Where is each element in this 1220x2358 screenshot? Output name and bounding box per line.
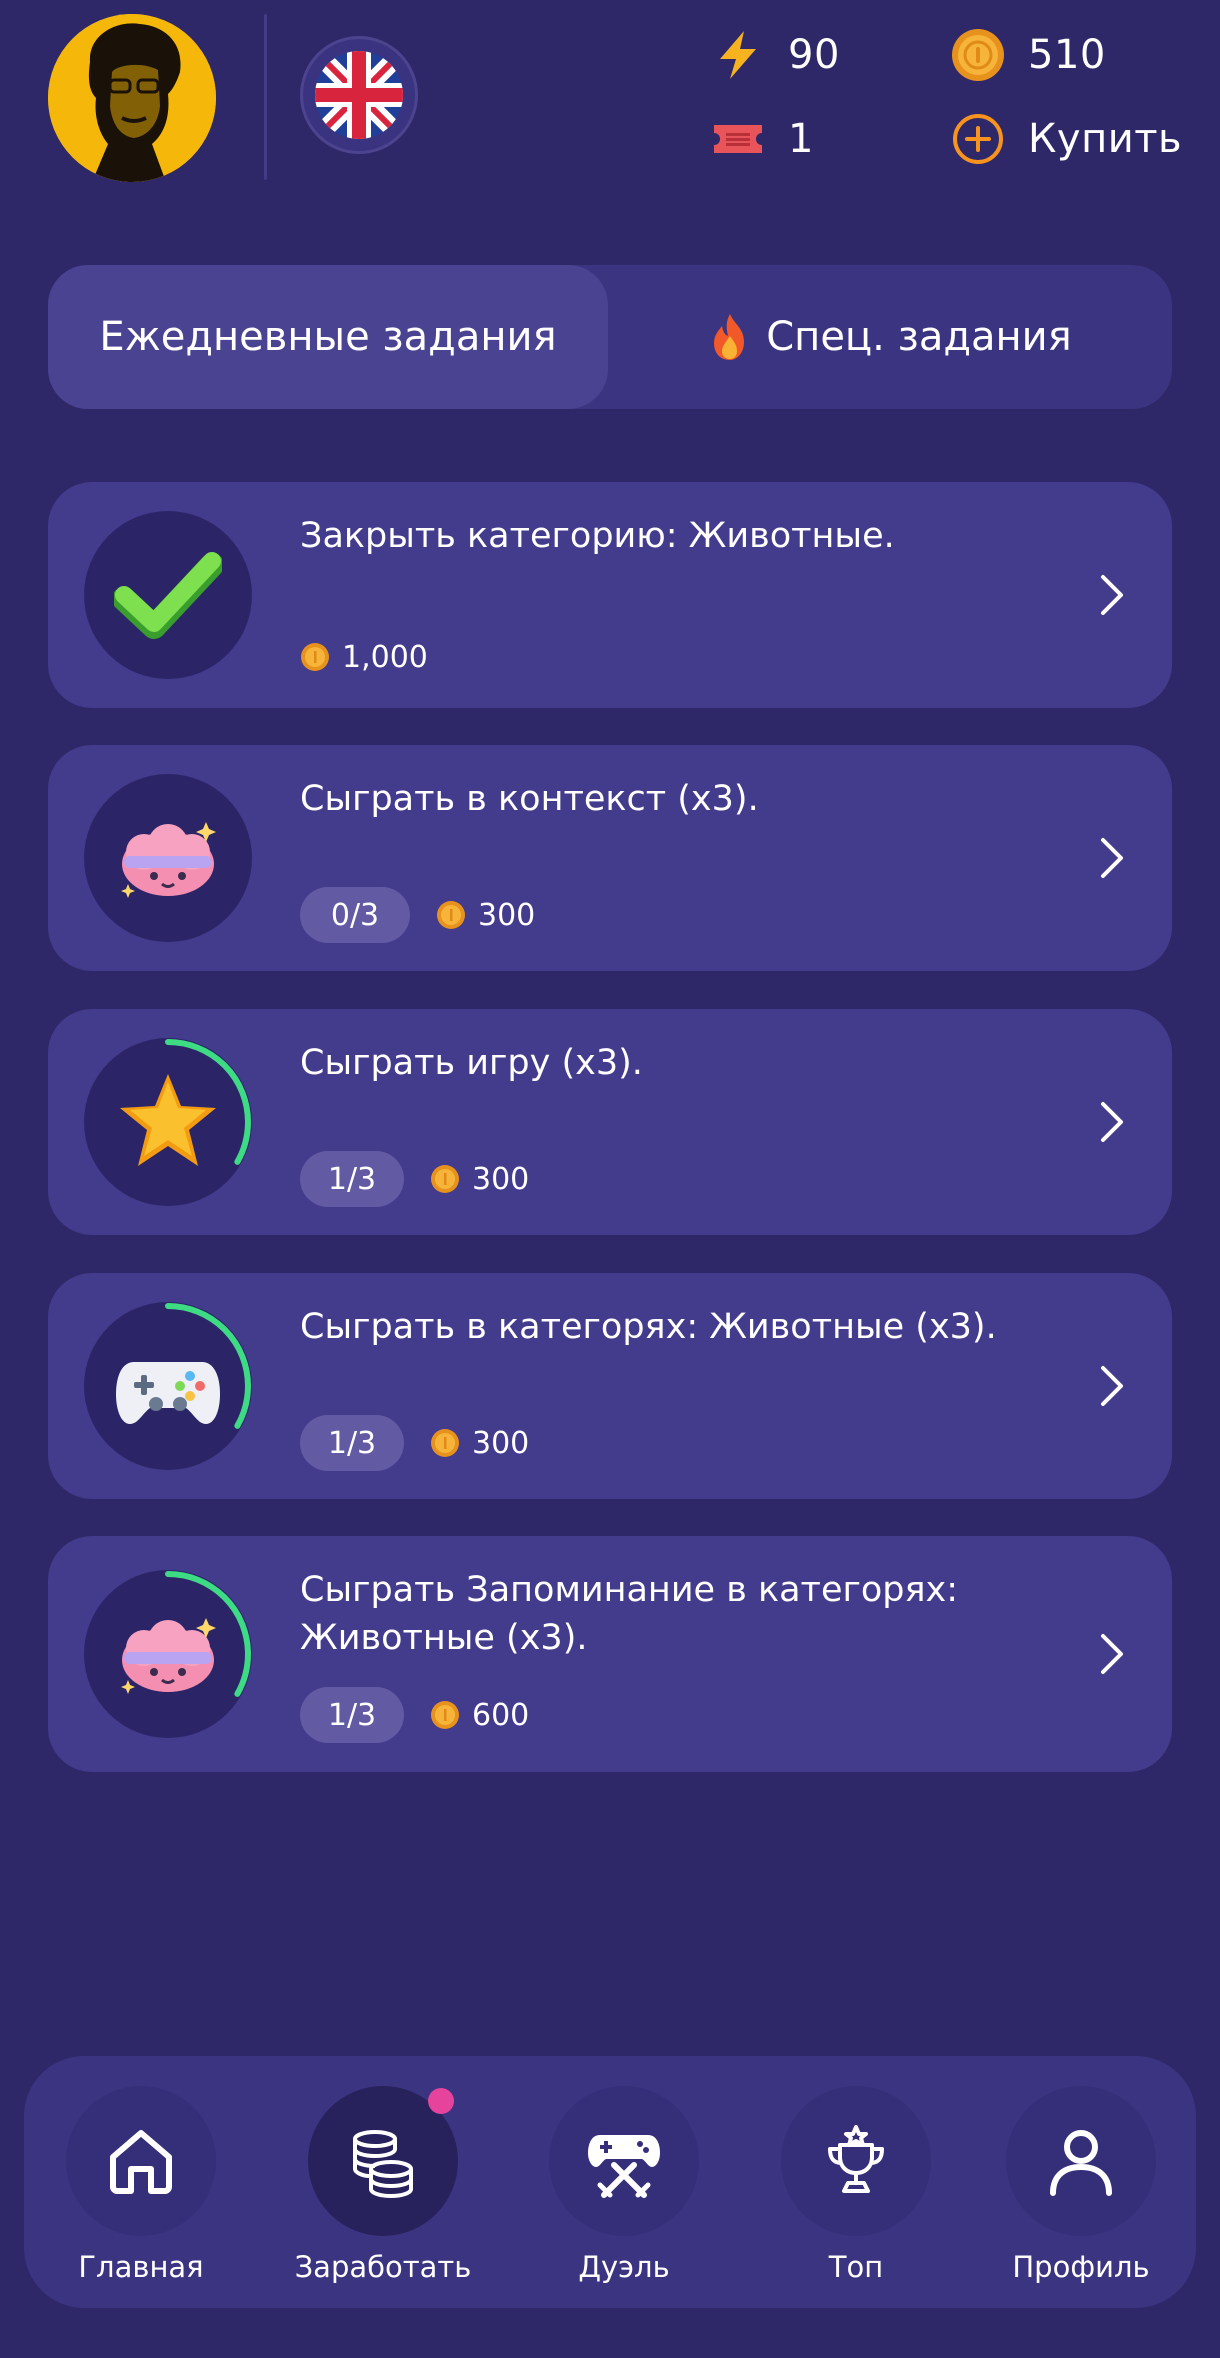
- nav-label: Профиль: [1012, 2250, 1150, 2284]
- task-card[interactable]: Сыграть Запоминание в категорях: Животны…: [48, 1536, 1172, 1772]
- bottom-navigation: Главная Заработать Дуэль Топ Профиль: [24, 2056, 1196, 2308]
- uk-flag-icon: [315, 51, 403, 139]
- nav-home-circle: [66, 2086, 216, 2236]
- coin-icon: [950, 27, 1006, 83]
- user-avatar[interactable]: [48, 14, 216, 182]
- notification-badge: [428, 2088, 454, 2114]
- task-meta: 1/3 600: [300, 1687, 529, 1743]
- checkmark-icon: [114, 552, 222, 639]
- home-icon: [110, 2130, 172, 2194]
- buy-button[interactable]: Купить: [950, 111, 1182, 167]
- profile-icon: [1050, 2130, 1112, 2196]
- nav-item-duel[interactable]: Дуэль: [534, 2086, 714, 2296]
- task-icon-badge: [84, 1570, 252, 1738]
- coin-icon: [437, 901, 465, 929]
- chevron-right-icon: [1092, 834, 1132, 882]
- tab-daily-label: Ежедневные задания: [99, 314, 557, 360]
- task-reward: 300: [430, 1426, 529, 1461]
- task-card[interactable]: Сыграть в контекст (x3). 0/3 300: [48, 745, 1172, 971]
- task-title: Сыграть в контекст (x3).: [300, 779, 759, 819]
- task-card[interactable]: Сыграть в категорях: Животные (x3). 1/3 …: [48, 1273, 1172, 1499]
- task-meta: 1/3 300: [300, 1415, 529, 1471]
- task-icon-badge: [84, 774, 252, 942]
- duel-gamepad-icon: [588, 2135, 660, 2198]
- task-meta: 1/3 300: [300, 1151, 529, 1207]
- task-progress-pill: 0/3: [300, 887, 410, 943]
- task-progress-pill: 1/3: [300, 1415, 404, 1471]
- task-reward: 300: [436, 898, 535, 933]
- chevron-right-icon: [1092, 1362, 1132, 1410]
- nav-profile-circle: [1006, 2086, 1156, 2236]
- coin-icon: [301, 643, 329, 671]
- ticket-icon: [710, 111, 766, 167]
- task-card[interactable]: Сыграть игру (x3). 1/3 300: [48, 1009, 1172, 1235]
- nav-item-earn[interactable]: Заработать: [293, 2086, 473, 2296]
- task-meta: 1,000: [300, 637, 428, 677]
- nav-earn-circle: [308, 2086, 458, 2236]
- chevron-right-icon: [1092, 1630, 1132, 1678]
- buy-label: Купить: [1028, 116, 1183, 162]
- nav-label: Дуэль: [578, 2250, 670, 2284]
- star-icon: [120, 1074, 216, 1166]
- tab-special-tasks[interactable]: Спец. задания: [608, 265, 1172, 409]
- nav-top-circle: [781, 2086, 931, 2236]
- task-title: Сыграть Запоминание в категорях: Животны…: [300, 1570, 959, 1658]
- task-reward: 1,000: [300, 640, 428, 675]
- brain-icon: [121, 822, 216, 898]
- nav-label: Главная: [78, 2250, 204, 2284]
- ticket-value: 1: [788, 116, 814, 162]
- coins-stack-icon: [353, 2130, 413, 2199]
- task-progress-pill: 1/3: [300, 1151, 404, 1207]
- task-reward-value: 600: [472, 1697, 530, 1733]
- task-reward-value: 1,000: [342, 639, 428, 675]
- task-progress-pill: 1/3: [300, 1687, 404, 1743]
- coin-icon: [431, 1429, 459, 1457]
- nav-label: Заработать: [294, 2250, 472, 2284]
- task-title: Закрыть категорию: Животные.: [300, 516, 895, 556]
- chevron-right-icon: [1092, 571, 1132, 619]
- task-card[interactable]: Закрыть категорию: Животные. 1,000: [48, 482, 1172, 708]
- task-reward-value: 300: [478, 897, 536, 933]
- coin-icon: [431, 1165, 459, 1193]
- tab-special-label: Спец. задания: [766, 314, 1072, 360]
- task-reward: 300: [430, 1162, 529, 1197]
- nav-duel-circle: [549, 2086, 699, 2236]
- task-meta: 0/3 300: [300, 887, 535, 943]
- nav-item-profile[interactable]: Профиль: [991, 2086, 1171, 2296]
- task-icon-badge: [84, 1038, 252, 1206]
- ticket-counter: 1: [710, 111, 814, 167]
- task-tabs: Ежедневные задания Спец. задания: [48, 265, 1172, 409]
- task-reward-value: 300: [472, 1425, 530, 1461]
- header-divider: [264, 14, 267, 180]
- task-reward: 600: [430, 1698, 529, 1733]
- task-reward-value: 300: [472, 1161, 530, 1197]
- task-icon-badge: [84, 1302, 252, 1470]
- language-button[interactable]: [300, 36, 418, 154]
- fire-icon: [714, 314, 745, 360]
- brain-icon: [121, 1618, 216, 1694]
- chevron-right-icon: [1092, 1098, 1132, 1146]
- top-bar: 90 510 1 Купить: [0, 0, 1220, 200]
- nav-item-top[interactable]: Топ: [766, 2086, 946, 2296]
- coin-icon: [431, 1701, 459, 1729]
- task-title: Сыграть игру (x3).: [300, 1043, 643, 1083]
- tab-daily-tasks[interactable]: Ежедневные задания: [48, 265, 608, 409]
- trophy-icon: [828, 2125, 884, 2193]
- energy-value: 90: [788, 32, 840, 78]
- coin-counter: 510: [950, 27, 1106, 83]
- plus-circle-icon: [950, 111, 1006, 167]
- nav-label: Топ: [828, 2250, 884, 2284]
- task-title: Сыграть в категорях: Животные (x3).: [300, 1307, 997, 1347]
- task-icon-badge: [84, 511, 252, 679]
- coin-value: 510: [1028, 32, 1106, 78]
- energy-counter: 90: [710, 27, 840, 83]
- lightning-icon: [710, 27, 766, 83]
- nav-item-home[interactable]: Главная: [51, 2086, 231, 2296]
- gamepad-icon: [116, 1362, 220, 1424]
